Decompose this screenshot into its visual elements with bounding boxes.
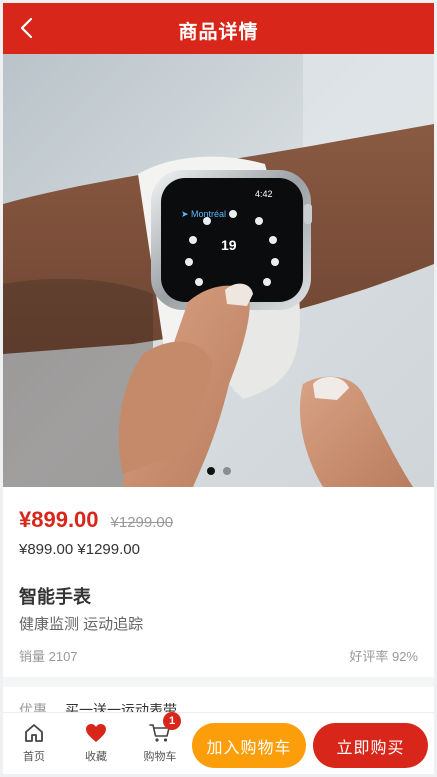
- buy-now-button[interactable]: 立即购买: [313, 723, 428, 768]
- bottom-action-bar: 首页 收藏 1 购物车 加入购物车 立即购买: [3, 712, 434, 774]
- sales-count: 销量 2107: [19, 649, 78, 664]
- price-text: ¥899.00 ¥1299.00: [19, 541, 140, 558]
- original-price: ¥1299.00: [110, 514, 174, 531]
- carousel-dot-1[interactable]: [206, 467, 215, 475]
- product-image: ➤ Montréal 4:42 19: [3, 54, 434, 487]
- page-title: 商品详情: [178, 22, 259, 43]
- rating-rate: 好评率 92%: [349, 649, 418, 664]
- tab-home[interactable]: 首页: [9, 721, 59, 764]
- product-image-carousel[interactable]: ➤ Montréal 4:42 19: [3, 54, 434, 487]
- carousel-dot-2[interactable]: [222, 467, 231, 475]
- home-icon: [25, 724, 43, 742]
- svg-text:19: 19: [221, 237, 237, 253]
- tab-home-label: 首页: [23, 751, 45, 763]
- svg-text:4:42: 4:42: [255, 189, 273, 199]
- current-price: ¥899.00: [19, 507, 99, 532]
- heart-icon: [86, 724, 106, 742]
- carousel-indicator: [3, 467, 434, 475]
- section-divider: [3, 677, 434, 687]
- add-to-cart-button[interactable]: 加入购物车: [192, 723, 306, 768]
- top-nav-bar: 商品详情: [3, 3, 434, 54]
- tab-favorites-label: 收藏: [85, 751, 107, 763]
- tab-cart[interactable]: 1 购物车: [135, 712, 185, 764]
- product-name: 智能手表: [19, 587, 91, 607]
- price-row: ¥899.00 ¥1299.00: [19, 507, 173, 533]
- page: 商品详情 ➤ Montréal 4:42 19 ¥899.00 ¥1299.00…: [3, 3, 434, 774]
- tab-favorites[interactable]: 收藏: [71, 721, 121, 764]
- svg-text:➤ Montréal: ➤ Montréal: [181, 209, 226, 219]
- cart-badge: 1: [163, 712, 181, 730]
- product-info: ¥899.00 ¥1299.00 ¥899.00 ¥1299.00 智能手表 健…: [3, 487, 434, 677]
- tab-cart-label: 购物车: [143, 751, 177, 763]
- product-subtitle: 健康监测 运动追踪: [19, 616, 144, 633]
